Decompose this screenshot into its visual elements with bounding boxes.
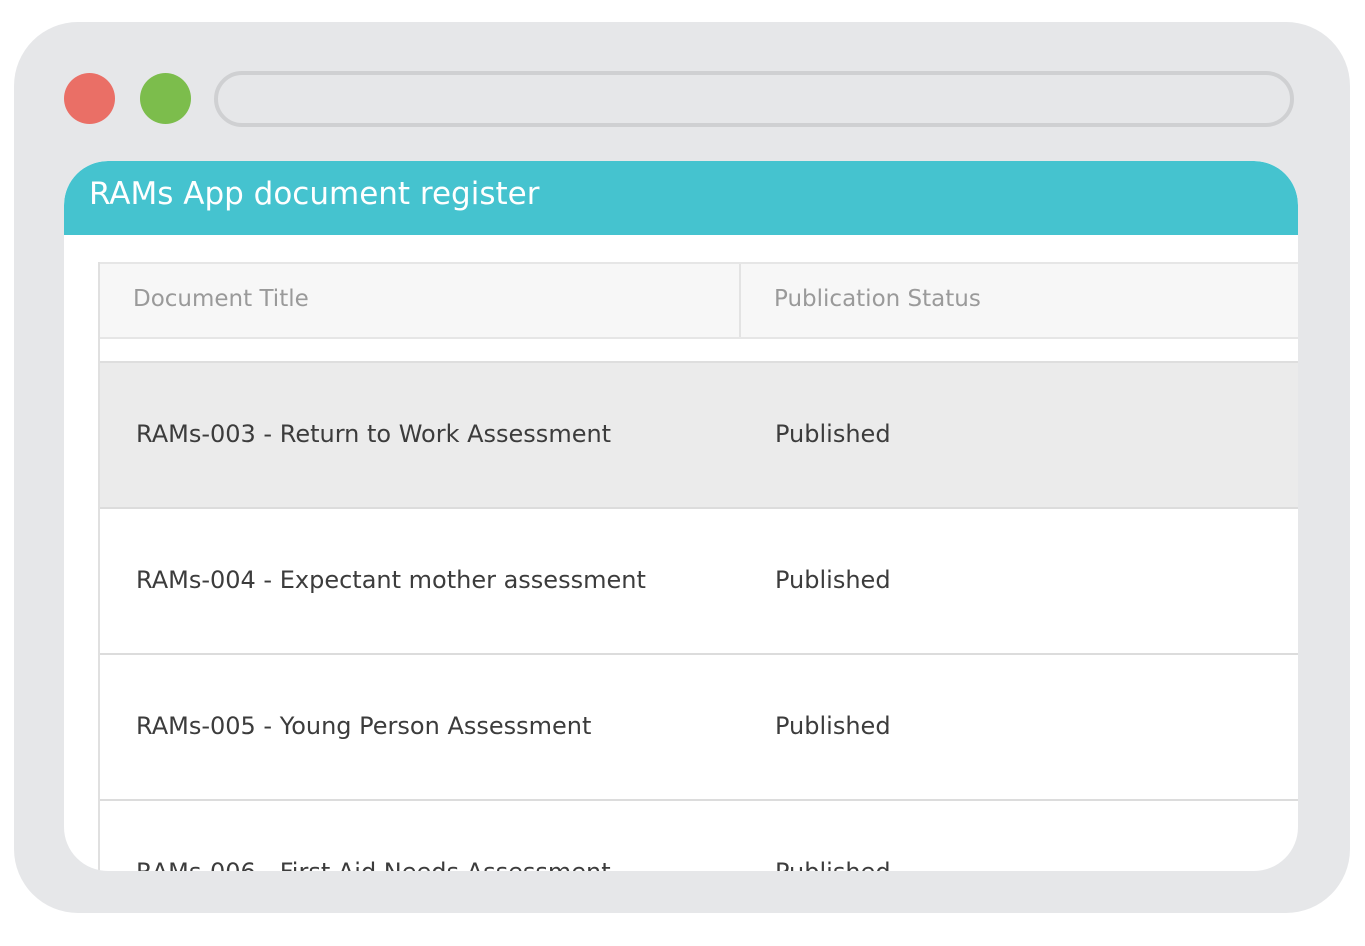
table-row[interactable]: RAMs-006 - First Aid Needs Assessment Pu…	[100, 801, 1298, 871]
app-header: RAMs App document register	[64, 161, 1298, 235]
column-divider	[739, 264, 741, 337]
table-row[interactable]: RAMs-003 - Return to Work Assessment Pub…	[100, 363, 1298, 509]
close-window-button[interactable]	[64, 73, 115, 124]
document-title-cell: RAMs-006 - First Aid Needs Assessment	[136, 858, 611, 871]
table-row[interactable]: RAMs-004 - Expectant mother assessment P…	[100, 509, 1298, 655]
document-title-cell: RAMs-005 - Young Person Assessment	[136, 712, 592, 740]
document-title-cell: RAMs-004 - Expectant mother assessment	[136, 566, 646, 594]
publication-status-cell: Published	[775, 566, 891, 594]
publication-status-cell: Published	[775, 712, 891, 740]
column-header-publication-status[interactable]: Publication Status	[774, 286, 981, 312]
publication-status-cell: Published	[775, 420, 891, 448]
document-title-cell: RAMs-003 - Return to Work Assessment	[136, 420, 612, 448]
address-bar[interactable]	[214, 71, 1294, 127]
publication-status-cell: Published	[775, 858, 891, 871]
table-row[interactable]: RAMs-005 - Young Person Assessment Publi…	[100, 655, 1298, 801]
page-title: RAMs App document register	[89, 176, 540, 212]
document-register-table: Document Title Publication Status RAMs-0…	[98, 262, 1298, 871]
column-header-document-title[interactable]: Document Title	[133, 286, 309, 312]
browser-window: RAMs App document register Document Titl…	[14, 22, 1350, 913]
app-panel: RAMs App document register Document Titl…	[64, 161, 1298, 871]
table-header: Document Title Publication Status	[100, 262, 1298, 339]
zoom-window-button[interactable]	[140, 73, 191, 124]
